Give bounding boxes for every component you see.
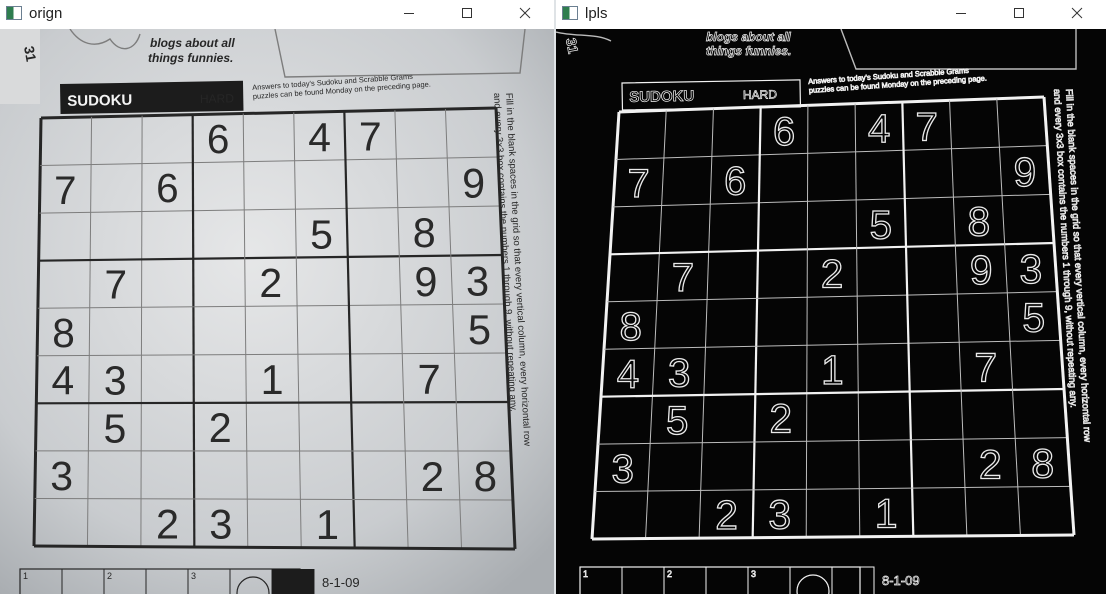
footer-cell-number: 2 [667,569,672,579]
maximize-button[interactable] [990,0,1048,26]
title-bar[interactable]: orign [0,0,554,26]
sudoku-given: 3 [1019,246,1042,292]
sudoku-given: 1 [316,501,339,548]
sudoku-given: 2 [421,453,444,500]
sudoku-given: 2 [156,500,179,547]
minimize-icon [404,13,414,14]
sudoku-given: 5 [310,211,333,257]
sudoku-given: 6 [724,159,746,203]
sudoku-given: 8 [52,310,75,356]
sudoku-given: 2 [979,441,1002,487]
sudoku-given: 4 [52,358,75,404]
sudoku-given: 3 [768,492,791,538]
puzzle-title: SUDOKU [629,88,694,106]
sudoku-given: 3 [209,501,232,548]
footer-date: 8-1-09 [882,573,920,588]
sudoku-given: 2 [715,492,738,538]
sudoku-given: 5 [104,405,127,451]
app-icon [562,6,578,20]
footer-dark-square [272,569,314,594]
window-title: orign [29,4,63,22]
sudoku-given: 3 [50,453,73,499]
sudoku-given: 1 [821,347,844,393]
footer-date: 8-1-09 [322,575,360,590]
image-viewport: blogs about all things funnies. 31 SUDOKU HA… [0,29,554,594]
sudoku-given: 6 [156,165,179,211]
footer-cell-number: 3 [751,569,756,579]
sudoku-given: 8 [968,199,991,245]
image-window-lpls: lpls blogs about all things funnies. 31 SUD… [556,0,1106,594]
sudoku-given: 8 [620,305,642,349]
sudoku-given: 3 [104,357,127,403]
footer-cell-number: 1 [583,569,588,579]
sudoku-given: 1 [875,491,898,537]
sudoku-given: 7 [359,113,382,159]
image-viewport: blogs about all things funnies. 31 SUDOKU HA… [556,29,1106,594]
sudoku-given: 7 [916,104,938,149]
page-corner-number: 31 [563,37,581,55]
footer-cell-number: 2 [107,571,112,581]
sudoku-given: 7 [105,262,128,308]
maximize-button[interactable] [438,0,496,26]
close-icon [519,7,531,19]
sudoku-given: 2 [259,260,282,306]
sudoku-given: 3 [668,351,690,396]
caption-line-1: blogs about all [150,36,235,50]
app-icon [6,6,22,20]
sudoku-given: 9 [1014,149,1037,195]
caption-line-1: blogs about all [706,30,791,44]
close-button[interactable] [1048,0,1106,26]
difficulty-label: HARD [743,87,778,102]
sudoku-given: 8 [474,453,497,500]
maximize-icon [1014,8,1024,18]
sudoku-given: 5 [468,306,491,353]
sudoku-given: 5 [870,202,892,247]
sudoku-given: 1 [261,357,284,403]
footer-cell-number: 3 [191,571,196,581]
caption-line-2: things funnies. [706,44,791,58]
sudoku-given: 7 [54,168,76,213]
sudoku-given: 6 [773,110,795,154]
sudoku-given: 7 [672,256,694,300]
minimize-button[interactable] [380,0,438,26]
sudoku-given: 7 [628,162,650,206]
caption-line-2: things funnies. [148,51,233,65]
sudoku-given: 4 [868,107,890,151]
sudoku-given: 5 [1022,295,1045,341]
sudoku-given: 3 [612,447,634,492]
sudoku-laplacian: blogs about allthings funnies.31SUDOKU HA… [556,29,1106,594]
sudoku-given: 7 [974,344,997,390]
sudoku-given: 9 [970,247,993,293]
difficulty-label: HARD [200,91,235,106]
sudoku-photo: blogs about allthings funnies.31SUDOKU HA… [0,29,554,594]
sudoku-given: 8 [413,210,436,256]
sudoku-given: 8 [1031,441,1054,487]
sudoku-given: 4 [617,352,639,396]
sudoku-given: 6 [207,116,230,162]
sudoku-given: 4 [308,114,331,160]
sudoku-given: 2 [821,252,843,297]
sudoku-given: 5 [666,398,688,443]
page-corner-paper [0,29,40,104]
sudoku-given: 3 [466,257,489,304]
title-bar[interactable]: lpls [556,0,1106,26]
minimize-button[interactable] [932,0,990,26]
sudoku-given: 2 [209,405,232,451]
sudoku-given: 9 [414,258,437,305]
sudoku-given: 2 [770,396,793,442]
image-window-orign: orign blogs about all things funnies. 31 SU… [0,0,554,594]
puzzle-title: SUDOKU [67,92,132,110]
minimize-icon [956,13,966,14]
footer-cell-number: 1 [23,571,28,581]
page-corner-number: 31 [21,45,39,63]
maximize-icon [462,8,472,18]
window-title: lpls [585,4,608,22]
sudoku-given: 7 [418,355,441,402]
close-button[interactable] [496,0,554,26]
sudoku-given: 9 [462,160,485,206]
close-icon [1071,7,1083,19]
